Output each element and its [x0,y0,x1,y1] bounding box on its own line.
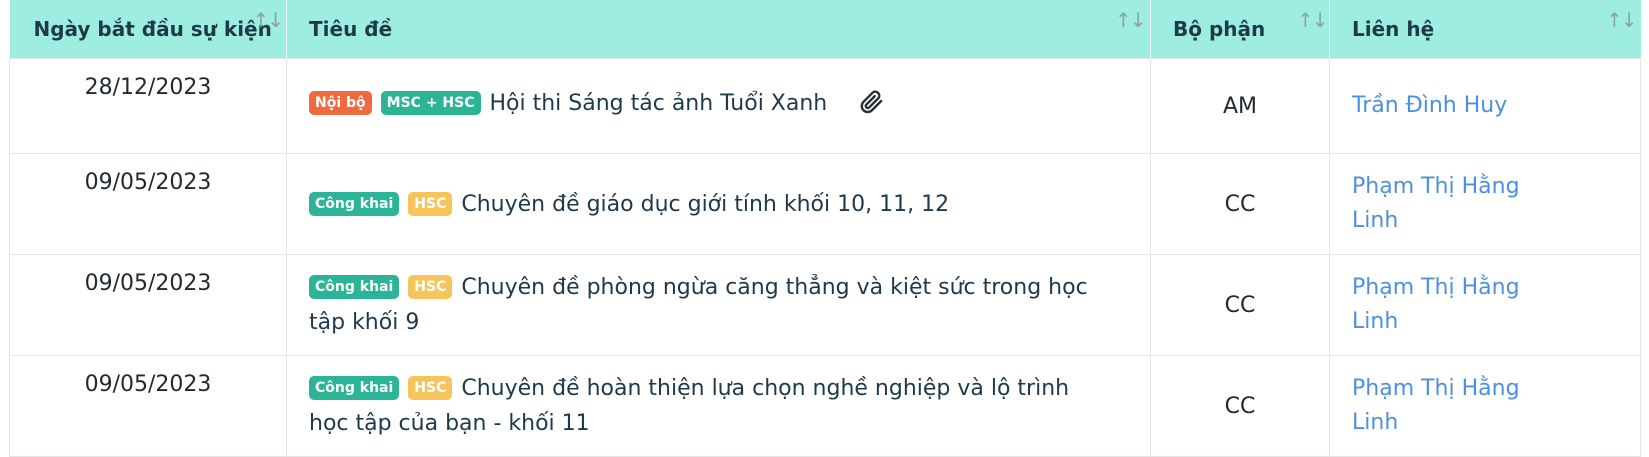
visibility-badge: Nội bộ [309,90,372,115]
column-header-department[interactable]: Bộ phận ↑↓ [1150,0,1330,59]
table-header-row: Ngày bắt đầu sự kiện ↑↓ Tiêu đề ↑↓ Bộ ph… [9,0,1641,59]
sort-arrows-icon[interactable]: ↑↓ [1606,8,1637,32]
events-table: Ngày bắt đầu sự kiện ↑↓ Tiêu đề ↑↓ Bộ ph… [9,0,1641,457]
column-header-start-date[interactable]: Ngày bắt đầu sự kiện ↑↓ [9,0,287,59]
table-row[interactable]: 09/05/2023 Công khai HSC Chuyên đề phòng… [9,254,1641,356]
contact-link-line2[interactable]: Linh [1352,309,1398,334]
audience-badge: HSC [408,376,453,400]
event-title-link[interactable]: Chuyên đề giáo dục giới tính khối 10, 11… [461,192,949,217]
column-header-label: Ngày bắt đầu sự kiện [33,17,272,41]
contact-link-line2[interactable]: Linh [1352,208,1398,233]
contact-link[interactable]: Phạm Thị Hằng [1352,376,1520,401]
visibility-badge: Công khai [309,275,400,299]
column-header-contact[interactable]: Liên hệ ↑↓ [1329,0,1641,59]
event-title-cell[interactable]: Nội bộ MSC + HSC Hội thi Sáng tác ảnh Tu… [286,58,1151,154]
table-row[interactable]: 28/12/2023 Nội bộ MSC + HSC Hội thi Sáng… [9,58,1641,154]
event-title-link[interactable]: Hội thi Sáng tác ảnh Tuổi Xanh [490,91,828,116]
sort-arrows-icon[interactable]: ↑↓ [1297,8,1328,32]
event-date: 09/05/2023 [9,254,287,356]
table-row[interactable]: 09/05/2023 Công khai HSC Chuyên đề hoàn … [9,355,1641,457]
department: AM [1150,58,1330,154]
contact-cell[interactable]: Trần Đình Huy [1329,58,1641,154]
audience-badge: MSC + HSC [380,90,481,115]
visibility-badge: Công khai [309,376,400,400]
contact-cell[interactable]: Phạm Thị Hằng Linh [1329,153,1641,255]
sort-arrows-icon[interactable]: ↑↓ [253,8,284,32]
sort-arrows-icon[interactable]: ↑↓ [1115,8,1146,32]
column-header-title[interactable]: Tiêu đề ↑↓ [286,0,1151,59]
visibility-badge: Công khai [309,191,400,216]
column-header-label: Tiêu đề [309,17,393,41]
contact-cell[interactable]: Phạm Thị Hằng Linh [1329,254,1641,356]
contact-cell[interactable]: Phạm Thị Hằng Linh [1329,355,1641,457]
contact-link[interactable]: Trần Đình Huy [1352,93,1507,118]
column-header-label: Liên hệ [1352,17,1435,41]
contact-link-line2[interactable]: Linh [1352,410,1398,435]
events-table-container: Ngày bắt đầu sự kiện ↑↓ Tiêu đề ↑↓ Bộ ph… [9,0,1641,457]
event-title-cell[interactable]: Công khai HSC Chuyên đề hoàn thiện lựa c… [286,355,1151,457]
table-row[interactable]: 09/05/2023 Công khai HSC Chuyên đề giáo … [9,153,1641,255]
contact-link[interactable]: Phạm Thị Hằng [1352,275,1520,300]
department: CC [1150,153,1330,255]
event-title-cell[interactable]: Công khai HSC Chuyên đề phòng ngừa căng … [286,254,1151,356]
paperclip-icon[interactable] [858,88,884,127]
event-title-cell[interactable]: Công khai HSC Chuyên đề giáo dục giới tí… [286,153,1151,255]
event-date: 09/05/2023 [9,153,287,255]
audience-badge: HSC [408,191,453,216]
event-date: 28/12/2023 [9,58,287,154]
audience-badge: HSC [408,275,453,299]
event-date: 09/05/2023 [9,355,287,457]
department: CC [1150,355,1330,457]
column-header-label: Bộ phận [1173,17,1266,41]
department: CC [1150,254,1330,356]
contact-link[interactable]: Phạm Thị Hằng [1352,174,1520,199]
